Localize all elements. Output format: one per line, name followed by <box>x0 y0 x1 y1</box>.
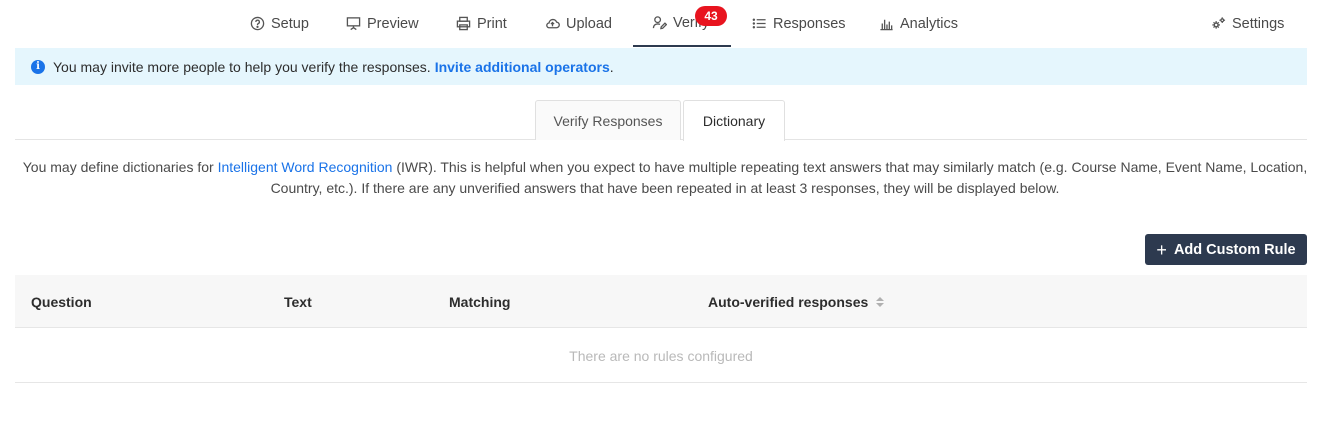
bar-chart-icon <box>880 19 893 31</box>
nav-item-setup[interactable]: Setup <box>250 0 309 47</box>
tab-verify-responses[interactable]: Verify Responses <box>535 100 681 140</box>
nav-label: Print <box>477 15 507 32</box>
gears-icon <box>1212 17 1226 29</box>
nav-label: Preview <box>367 15 419 32</box>
add-custom-rule-button[interactable]: + Add Custom Rule <box>1145 234 1307 265</box>
question-circle-icon <box>250 16 265 31</box>
column-header-text: Text <box>284 275 312 328</box>
tab-dictionary[interactable]: Dictionary <box>683 100 785 141</box>
column-header-matching: Matching <box>449 275 510 328</box>
description-suffix: (IWR). This is helpful when you expect t… <box>270 159 1308 196</box>
nav-item-preview[interactable]: Preview <box>346 0 419 47</box>
cloud-upload-icon <box>546 18 560 29</box>
settings-label: Settings <box>1232 15 1285 32</box>
invite-operators-link[interactable]: Invite additional operators <box>435 59 610 75</box>
plus-icon: + <box>1156 239 1167 260</box>
iwr-link[interactable]: Intelligent Word Recognition <box>218 159 393 175</box>
column-header-auto-verified[interactable]: Auto-verified responses <box>708 275 885 328</box>
user-edit-icon <box>652 16 667 30</box>
column-label: Question <box>31 293 92 310</box>
column-label: Matching <box>449 293 511 310</box>
nav-item-upload[interactable]: Upload <box>545 0 612 47</box>
add-custom-rule-label: Add Custom Rule <box>1173 241 1296 258</box>
nav-label: Setup <box>271 15 309 32</box>
dictionary-description: You may define dictionaries for Intellig… <box>20 157 1310 199</box>
nav-item-analytics[interactable]: Analytics <box>879 0 958 47</box>
column-label: Text <box>284 293 312 310</box>
nav-label: Upload <box>566 15 612 32</box>
sort-icon[interactable] <box>876 296 885 307</box>
presentation-icon <box>346 17 361 31</box>
banner-suffix: . <box>609 58 614 75</box>
info-icon: i <box>31 59 45 74</box>
rules-table-header: Question Text Matching Auto-verified res… <box>15 275 1307 328</box>
column-label: Auto-verified responses <box>708 293 869 310</box>
banner-text: You may invite more people to help you v… <box>53 58 431 75</box>
nav-item-settings[interactable]: Settings <box>1211 0 1284 47</box>
top-nav: Setup Preview Print Upload Verify 43 Res… <box>0 0 1330 47</box>
info-banner: i You may invite more people to help you… <box>15 48 1307 85</box>
empty-table-message: There are no rules configured <box>15 329 1307 383</box>
column-header-question: Question <box>31 275 92 328</box>
list-icon <box>752 18 766 29</box>
description-prefix: You may define dictionaries for <box>22 159 214 175</box>
nav-label: Responses <box>773 15 846 32</box>
printer-icon <box>456 16 471 31</box>
nav-label: Analytics <box>900 15 959 32</box>
nav-item-responses[interactable]: Responses <box>752 0 846 47</box>
nav-item-print[interactable]: Print <box>456 0 507 47</box>
verify-count-badge: 43 <box>695 6 727 26</box>
